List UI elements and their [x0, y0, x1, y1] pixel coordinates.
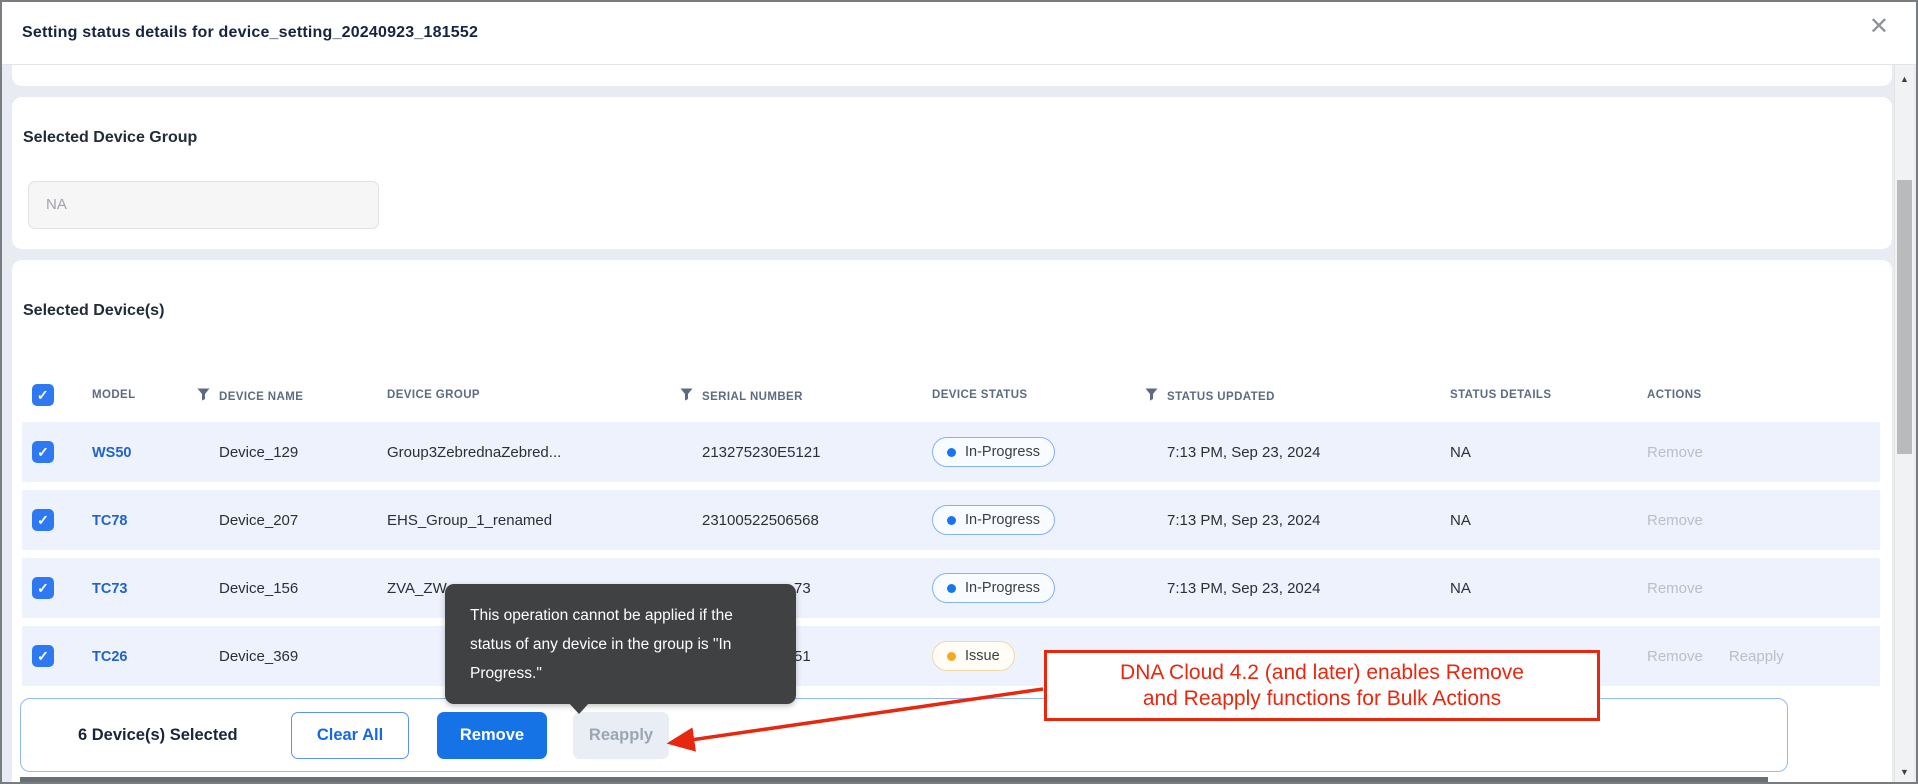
reapply-action-link[interactable]: Reapply: [1729, 648, 1784, 665]
row-checkbox[interactable]: [32, 441, 54, 463]
model-link[interactable]: TC26: [92, 649, 127, 665]
serial-number-cell: 213275230E5121: [680, 422, 932, 482]
annotation-line1: DNA Cloud 4.2 (and later) enables Remove: [1120, 660, 1524, 684]
remove-action-link[interactable]: Remove: [1647, 648, 1703, 665]
bottom-divider-bar: [20, 777, 1768, 782]
device-status-badge: In-Progress: [932, 573, 1055, 603]
filter-icon[interactable]: [197, 388, 210, 401]
bulk-action-tooltip: This operation cannot be applied if the …: [445, 584, 796, 704]
column-header: DEVICE GROUP: [387, 389, 480, 401]
header-row: MODEL DEVICE NAME DEVICE GROUP SERIAL NUMBE…: [22, 376, 1880, 414]
status-updated-cell: 7:13 PM, Sep 23, 2024: [1145, 490, 1450, 550]
device-status-badge: In-Progress: [932, 437, 1055, 467]
remove-action-link[interactable]: Remove: [1647, 512, 1703, 529]
device-status-badge: Issue: [932, 641, 1015, 671]
serial-number-cell: 23100522506568: [680, 490, 932, 550]
device-name-cell: Device_129: [197, 422, 387, 482]
row-checkbox[interactable]: [32, 577, 54, 599]
device-status-cell: In-Progress: [932, 422, 1145, 482]
setting-status-modal: Setting status details for device_settin…: [0, 0, 1918, 784]
model-link[interactable]: TC78: [92, 513, 127, 529]
status-updated-cell: 7:13 PM, Sep 23, 2024: [1145, 422, 1450, 482]
filter-icon[interactable]: [680, 388, 693, 401]
status-dot-icon: [947, 583, 956, 593]
column-header: MODEL: [92, 389, 136, 401]
table-row: TC73Device_156ZVA_ZW73In-Progress7:13 PM…: [22, 558, 1880, 618]
remove-action-link[interactable]: Remove: [1647, 444, 1703, 461]
scrolled-card-remnant: [12, 65, 1892, 86]
row-checkbox[interactable]: [32, 645, 54, 667]
table-row: TC26Device_36951IssueRemoveReapply: [22, 626, 1880, 686]
device-name-cell: Device_156: [197, 558, 387, 618]
column-header: DEVICE STATUS: [932, 389, 1028, 401]
actions-cell: Remove: [1647, 422, 1880, 482]
column-header: SERIAL NUMBER: [702, 390, 803, 403]
devices-table-body: WS50 Device_129Group3ZebrednaZebred...213…: [22, 422, 1880, 686]
table-row: TC78 Device_207EHS_Group_1_renamed2310052…: [22, 490, 1880, 550]
devices-table: MODEL DEVICE NAME DEVICE GROUP SERIAL NUMBE…: [22, 368, 1880, 694]
actions-cell: Remove: [1647, 490, 1880, 550]
device-group-field: NA: [28, 181, 379, 229]
column-header: STATUS DETAILS: [1450, 389, 1552, 401]
device-status-badge: In-Progress: [932, 505, 1055, 535]
column-header: ACTIONS: [1647, 389, 1702, 401]
actions-cell: Remove: [1647, 558, 1880, 618]
filter-icon[interactable]: [1145, 388, 1158, 401]
device-group-cell: Group3ZebrednaZebred...: [387, 422, 680, 482]
select-all-checkbox[interactable]: [32, 384, 54, 406]
annotation-line2: and Reapply functions for Bulk Actions: [1142, 686, 1502, 710]
device-status-cell: In-Progress: [932, 490, 1145, 550]
modal-titlebar: Setting status details for device_settin…: [2, 2, 1916, 65]
row-checkbox[interactable]: [32, 509, 54, 531]
device-name-cell: Device_369: [197, 626, 387, 686]
actions-cell: Remove Reapply: [1647, 626, 1880, 686]
device-group-card: Selected Device Group NA: [12, 97, 1892, 249]
status-updated-cell: 7:13 PM, Sep 23, 2024: [1145, 558, 1450, 618]
status-dot-icon: [947, 447, 956, 457]
device-name-cell: Device_207: [197, 490, 387, 550]
status-details-cell: NA: [1450, 490, 1647, 550]
clear-all-button[interactable]: Clear All: [291, 711, 409, 759]
status-details-cell: NA: [1450, 422, 1647, 482]
remove-button[interactable]: Remove: [437, 711, 547, 759]
close-icon[interactable]: ✕: [1869, 15, 1889, 39]
column-header: STATUS UPDATED: [1167, 390, 1275, 403]
annotation-callout: DNA Cloud 4.2 (and later) enables Remove…: [1044, 650, 1600, 721]
reapply-button[interactable]: Reapply: [573, 711, 669, 759]
scroll-up-icon[interactable]: ▲: [1895, 74, 1914, 84]
device-group-cell: EHS_Group_1_renamed: [387, 490, 680, 550]
devices-table-header: MODEL DEVICE NAME DEVICE GROUP SERIAL NUMBE…: [22, 376, 1880, 414]
device-status-cell: In-Progress: [932, 558, 1145, 618]
remove-action-link[interactable]: Remove: [1647, 580, 1703, 597]
vertical-scrollbar[interactable]: ▲ ▼: [1894, 65, 1914, 782]
tooltip-caret: [568, 702, 590, 714]
status-dot-icon: [947, 651, 956, 661]
status-dot-icon: [947, 515, 956, 525]
scrollbar-thumb[interactable]: [1897, 180, 1912, 454]
table-row: WS50 Device_129Group3ZebrednaZebred...213…: [22, 422, 1880, 482]
device-group-heading: Selected Device Group: [23, 129, 198, 146]
model-link[interactable]: TC73: [92, 581, 127, 597]
selected-devices-heading: Selected Device(s): [23, 302, 165, 319]
column-header: DEVICE NAME: [219, 390, 304, 403]
scroll-down-icon[interactable]: ▼: [1895, 767, 1914, 777]
model-link[interactable]: WS50: [92, 445, 132, 461]
modal-title: Setting status details for device_settin…: [22, 24, 479, 41]
selected-count-label: 6 Device(s) Selected: [78, 725, 238, 744]
status-details-cell: NA: [1450, 558, 1647, 618]
